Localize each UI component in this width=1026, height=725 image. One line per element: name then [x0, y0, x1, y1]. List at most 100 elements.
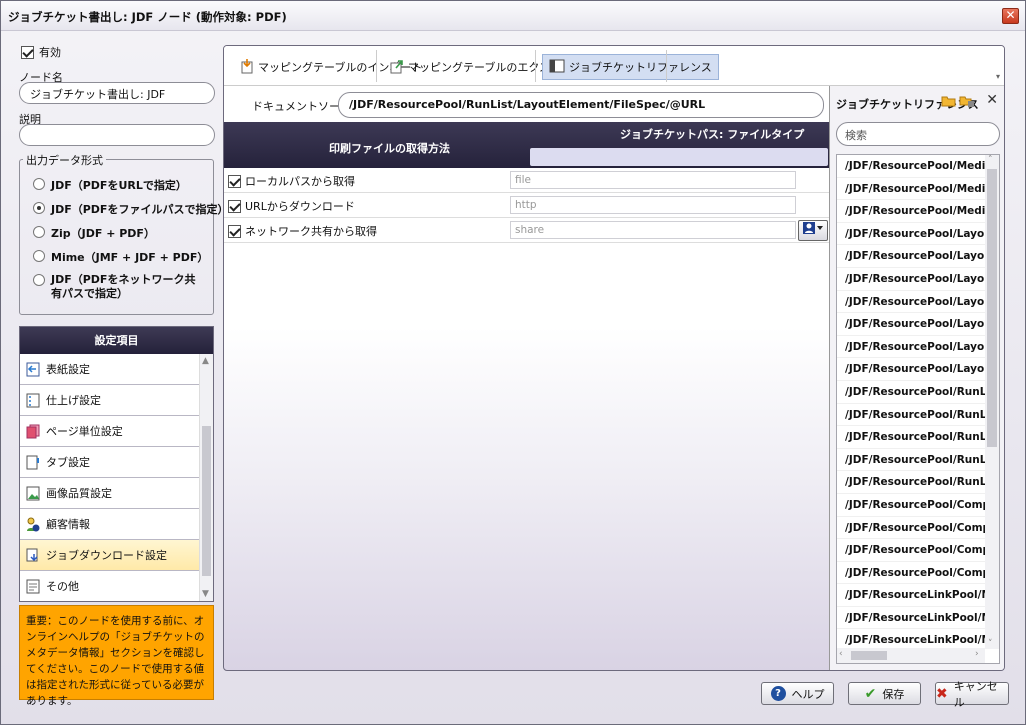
radio-button[interactable] — [33, 250, 45, 262]
node-name-input[interactable]: ジョブチケット書出し: JDF — [19, 82, 215, 104]
grid-row-url: URLからダウンロード http — [224, 193, 829, 218]
enabled-label: 有効 — [39, 46, 61, 59]
row-checkbox[interactable] — [228, 199, 241, 213]
reference-list-item[interactable]: /JDF/ResourceLinkPool/Medial — [837, 584, 985, 607]
reference-list-item[interactable]: /JDF/ResourcePool/Media/@St — [837, 200, 985, 223]
settings-list: 設定項目 表紙設定 仕上げ設定 ページ単位設定 タブ設定 画像品質設定 顧客情報… — [19, 326, 214, 602]
save-button[interactable]: ✔ 保存 — [848, 682, 921, 705]
title-bar: ジョブチケット書出し: JDF ノード (動作対象: PDF) ✕ — [1, 1, 1025, 31]
reference-list-item[interactable]: /JDF/ResourcePool/Media/@ID — [837, 178, 985, 201]
scroll-left-icon[interactable]: ‹ — [839, 649, 843, 659]
settings-item-job-download[interactable]: ジョブダウンロード設定 — [20, 540, 200, 571]
scroll-up-icon[interactable]: ▲ — [202, 356, 209, 366]
toolbar-separator — [666, 50, 667, 82]
scroll-thumb[interactable] — [202, 426, 211, 576]
settings-item-cover[interactable]: 表紙設定 — [20, 354, 200, 385]
reference-list-item[interactable]: /JDF/ResourcePool/LayoutPrep — [837, 223, 985, 246]
help-button[interactable]: ? ヘルプ — [761, 682, 834, 705]
reference-list-item[interactable]: /JDF/ResourcePool/LayoutPrep — [837, 268, 985, 291]
dialog-window: ジョブチケット書出し: JDF ノード (動作対象: PDF) ✕ 有効 ノード… — [0, 0, 1026, 725]
row-checkbox[interactable] — [228, 174, 241, 188]
reference-list-item[interactable]: /JDF/ResourcePool/Componen — [837, 562, 985, 585]
reference-list-item[interactable]: /JDF/ResourcePool/RunList/@S — [837, 449, 985, 472]
settings-item-pages[interactable]: ページ単位設定 — [20, 416, 200, 447]
output-option-url[interactable]: JDF（PDFをURLで指定） — [33, 177, 187, 193]
folder-delete-icon[interactable] — [959, 94, 975, 111]
document-source-label: ドキュメントソース — [252, 100, 351, 113]
enabled-checkbox[interactable] — [21, 45, 34, 59]
settings-header: 設定項目 — [20, 327, 213, 354]
reference-scrollbar[interactable]: ˄ ˅ — [985, 155, 999, 649]
checkmark-icon: ✔ — [864, 685, 877, 702]
row-value-share[interactable]: share — [510, 221, 796, 239]
reference-list-item[interactable]: /JDF/ResourcePool/LayoutPrep — [837, 358, 985, 381]
image-icon — [26, 486, 40, 501]
reference-list-item[interactable]: /JDF/ResourcePool/LayoutPrep — [837, 313, 985, 336]
radio-button[interactable] — [33, 178, 45, 190]
column-header-path: ジョブチケットパス: ファイルタイプ — [620, 128, 805, 141]
scroll-up-icon[interactable]: ˄ — [988, 155, 993, 165]
output-format-title: 出力データ形式 — [23, 152, 106, 168]
main-panel: マッピングテーブルのインポート マッピングテーブルのエクスポート ジョブチケット… — [223, 45, 1005, 671]
reference-list-item[interactable]: /JDF/ResourceLinkPool/Medial — [837, 607, 985, 630]
row-value-http[interactable]: http — [510, 196, 796, 214]
settings-item-other[interactable]: その他 — [20, 571, 200, 601]
grid-row-share: ネットワーク共有から取得 share — [224, 218, 829, 243]
document-source-input[interactable]: /JDF/ResourcePool/RunList/LayoutElement/… — [338, 92, 824, 118]
settings-item-finishing[interactable]: 仕上げ設定 — [20, 385, 200, 416]
settings-item-customer[interactable]: 顧客情報 — [20, 509, 200, 540]
radio-button[interactable] — [33, 226, 45, 238]
settings-scrollbar[interactable]: ▲ ▼ — [199, 354, 213, 601]
toolbar-separator — [376, 50, 377, 82]
close-icon[interactable]: ✕ — [986, 92, 998, 108]
scroll-down-icon[interactable]: ˅ — [988, 639, 993, 649]
row-checkbox[interactable] — [228, 224, 241, 238]
job-ticket-reference-button[interactable]: ジョブチケットリファレンス — [542, 54, 719, 80]
scroll-thumb[interactable] — [851, 651, 887, 660]
finishing-icon — [26, 393, 40, 408]
reference-list-item[interactable]: /JDF/ResourcePool/RunList/@C — [837, 381, 985, 404]
reference-list-item[interactable]: /JDF/ResourcePool/RunList/Lay — [837, 471, 985, 494]
reference-list-item[interactable]: /JDF/ResourcePool/Componen — [837, 494, 985, 517]
reference-list-item[interactable]: /JDF/ResourcePool/RunList/@I — [837, 404, 985, 427]
grid-row-local: ローカルパスから取得 file — [224, 168, 829, 193]
scroll-down-icon[interactable]: ▼ — [202, 589, 209, 599]
settings-item-tab[interactable]: タブ設定 — [20, 447, 200, 478]
radio-button[interactable] — [33, 274, 45, 286]
column-header-filter-cell[interactable] — [530, 148, 828, 166]
row-value-file[interactable]: file — [510, 171, 796, 189]
user-dropdown-icon — [802, 222, 824, 238]
other-icon — [26, 579, 40, 594]
output-option-mime[interactable]: Mime（JMF + JDF + PDF） — [33, 249, 208, 265]
toolbar-overflow-icon[interactable]: ▾ — [996, 72, 1000, 81]
scroll-thumb[interactable] — [987, 169, 997, 447]
network-share-picker-button[interactable] — [798, 220, 828, 241]
reference-list-item[interactable]: /JDF/ResourcePool/Componen — [837, 539, 985, 562]
description-input[interactable] — [19, 124, 215, 146]
reference-list-item[interactable]: /JDF/ResourcePool/LayoutPrep — [837, 245, 985, 268]
reference-search-input[interactable]: 検索 — [836, 122, 1000, 146]
reference-list-item[interactable]: /JDF/ResourcePool/RunList/@N — [837, 426, 985, 449]
column-header-method: 印刷ファイルの取得方法 — [329, 142, 450, 155]
reference-list-item[interactable]: /JDF/ResourcePool/LayoutPrep — [837, 291, 985, 314]
radio-button-selected[interactable] — [33, 202, 45, 214]
output-option-share[interactable]: JDF（PDFをネットワーク共有パスで指定） — [33, 273, 203, 301]
import-icon — [240, 58, 254, 77]
job-ticket-reference-panel: ジョブチケットリファレンス ✕ 検索 /JDF/ResourcePool/Med… — [829, 86, 1004, 670]
scroll-right-icon[interactable]: › — [975, 649, 979, 659]
tab-icon — [26, 455, 40, 470]
reference-panel-icon — [549, 59, 565, 76]
reference-list-item[interactable]: /JDF/ResourcePool/Componen — [837, 517, 985, 540]
reference-list-item[interactable]: /JDF/ResourcePool/LayoutPrep — [837, 336, 985, 359]
settings-item-image[interactable]: 画像品質設定 — [20, 478, 200, 509]
reference-list-item[interactable]: /JDF/ResourcePool/Media/@Cl — [837, 155, 985, 178]
enabled-checkbox-row[interactable]: 有効 — [21, 44, 61, 60]
reference-list: /JDF/ResourcePool/Media/@Cl/JDF/Resource… — [836, 154, 1000, 664]
folder-open-icon[interactable] — [941, 94, 956, 110]
cancel-button[interactable]: ✖ キャンセル — [935, 680, 1009, 709]
close-icon[interactable]: ✕ — [1002, 8, 1019, 24]
output-option-zip[interactable]: Zip（JDF + PDF） — [33, 225, 155, 241]
pages-icon — [26, 424, 40, 439]
reference-hscrollbar[interactable]: ‹ › — [837, 648, 985, 663]
output-option-filepath[interactable]: JDF（PDFをファイルパスで指定） — [33, 201, 228, 217]
